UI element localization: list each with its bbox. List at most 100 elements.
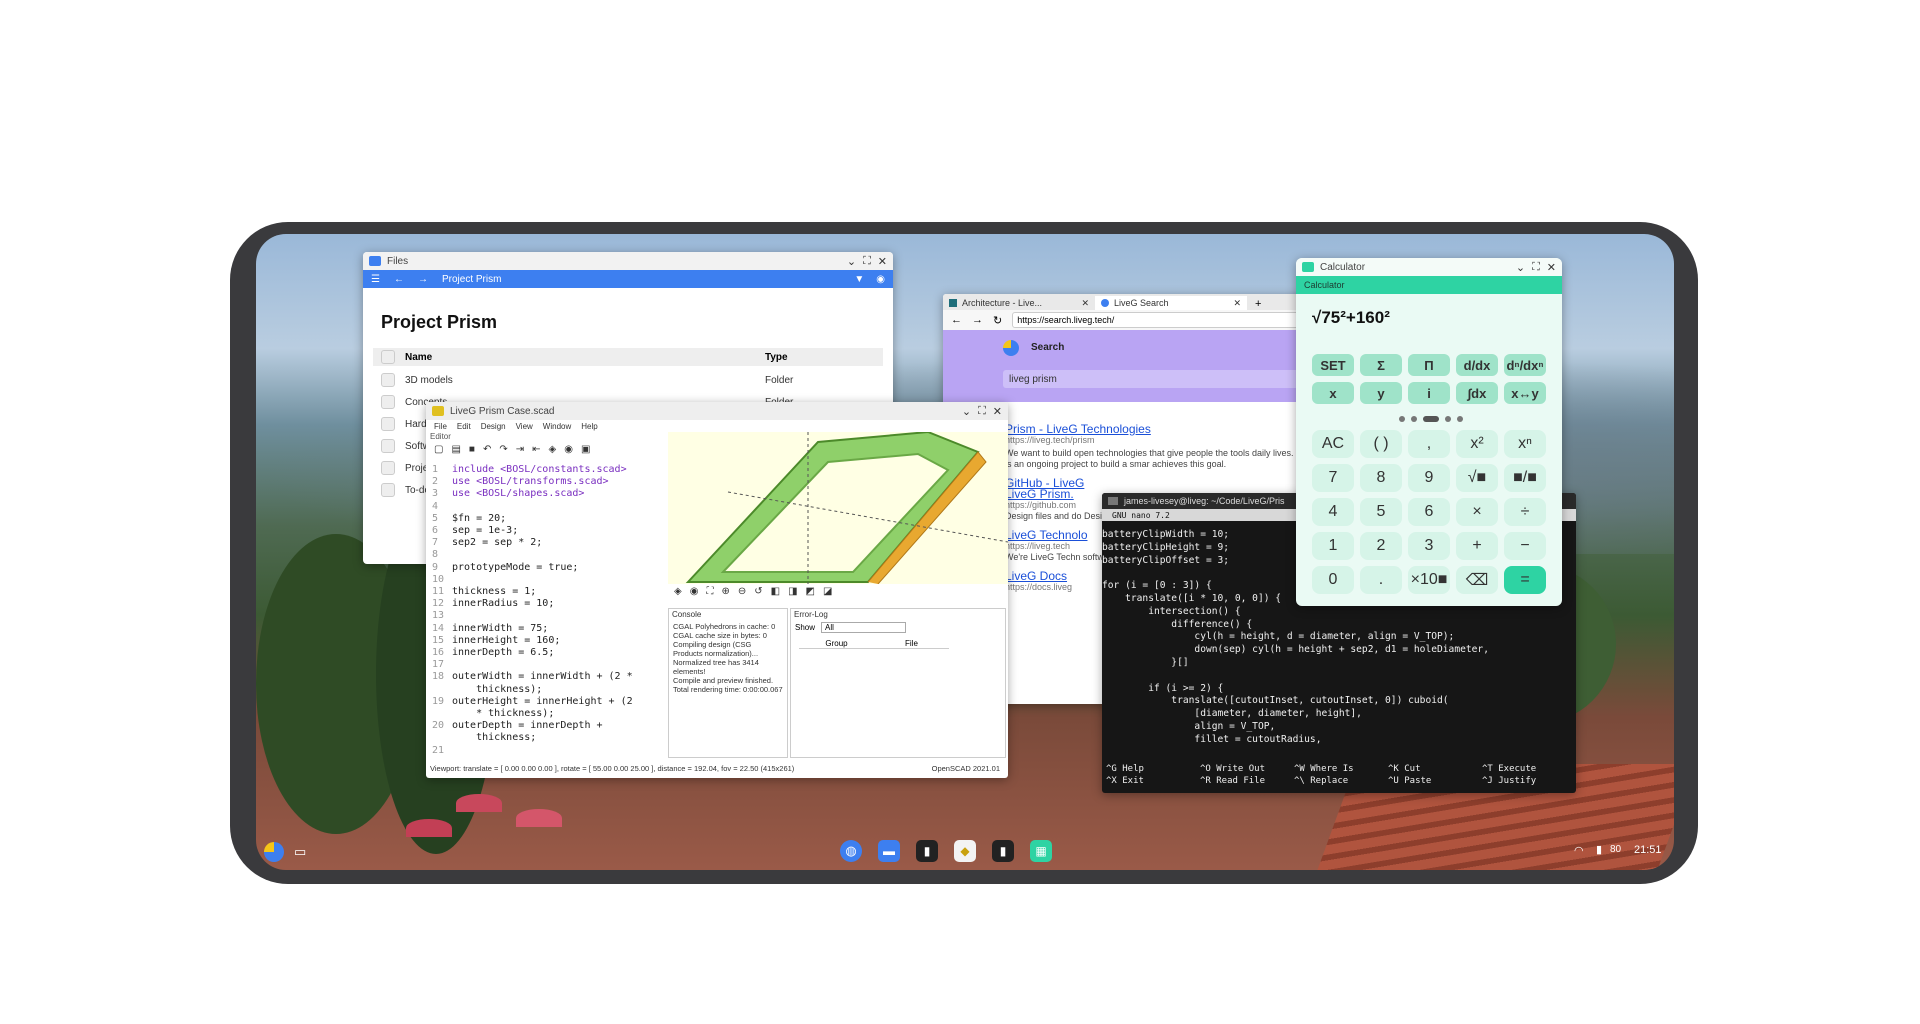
shortcut-item[interactable]: ^U Paste bbox=[1388, 775, 1482, 787]
tab-architecture[interactable]: Architecture - Live... ✕ bbox=[943, 296, 1095, 310]
menu-view[interactable]: View bbox=[516, 422, 533, 431]
undo-icon[interactable]: ↶ bbox=[483, 444, 491, 460]
calc-key[interactable]: ( ) bbox=[1360, 430, 1402, 458]
close-icon[interactable]: ✕ bbox=[1547, 261, 1556, 274]
calc-function-key[interactable]: x bbox=[1312, 382, 1354, 404]
column-file[interactable]: File bbox=[874, 639, 949, 648]
row-checkbox[interactable] bbox=[381, 461, 395, 475]
calc-key[interactable]: 3 bbox=[1408, 532, 1450, 560]
forward-icon[interactable]: → bbox=[418, 274, 428, 285]
calc-key[interactable]: 7 bbox=[1312, 464, 1354, 492]
calc-key[interactable]: ÷ bbox=[1504, 498, 1546, 526]
calc-key[interactable]: 1 bbox=[1312, 532, 1354, 560]
reload-icon[interactable]: ↻ bbox=[993, 314, 1002, 327]
select-all-checkbox[interactable] bbox=[381, 350, 395, 364]
shortcut-item[interactable]: ^R Read File bbox=[1200, 775, 1294, 787]
preview-icon[interactable]: ◈ bbox=[549, 444, 557, 460]
unindent-icon[interactable]: ⇤ bbox=[532, 444, 540, 460]
column-group[interactable]: Group bbox=[799, 639, 874, 648]
code-editor[interactable]: 1 include <BOSL/constants.scad> 2 use <BOSL… bbox=[432, 464, 662, 760]
multitask-icon[interactable]: ▭ bbox=[294, 844, 306, 860]
minimize-icon[interactable]: ⌄ bbox=[1516, 261, 1525, 274]
calculator-display[interactable]: √75²+160² bbox=[1312, 308, 1390, 328]
close-icon[interactable]: ✕ bbox=[993, 405, 1002, 418]
back-icon[interactable]: ← bbox=[394, 274, 404, 285]
calc-key[interactable]: × bbox=[1456, 498, 1498, 526]
reset-view-icon[interactable]: ↺ bbox=[754, 586, 762, 602]
calc-key[interactable]: 0 bbox=[1312, 566, 1354, 594]
calc-function-key[interactable]: i bbox=[1408, 382, 1450, 404]
view-front-icon[interactable]: ◪ bbox=[823, 586, 832, 602]
launcher-icon[interactable] bbox=[264, 842, 284, 862]
close-icon[interactable]: ✕ bbox=[878, 255, 887, 268]
render-icon[interactable]: ◉ bbox=[690, 586, 699, 602]
shortcut-item[interactable]: ^\ Replace bbox=[1294, 775, 1388, 787]
calc-key[interactable]: √■ bbox=[1456, 464, 1498, 492]
view-top-icon[interactable]: ◨ bbox=[788, 586, 797, 602]
backspace-icon[interactable]: ⌫ bbox=[1456, 566, 1498, 594]
row-checkbox[interactable] bbox=[381, 395, 395, 409]
row-checkbox[interactable] bbox=[381, 373, 395, 387]
calc-key[interactable]: − bbox=[1504, 532, 1546, 560]
calc-function-key[interactable]: SET bbox=[1312, 354, 1354, 376]
calc-key[interactable]: 5 bbox=[1360, 498, 1402, 526]
calc-key[interactable]: 4 bbox=[1312, 498, 1354, 526]
calc-key[interactable]: , bbox=[1408, 430, 1450, 458]
save-icon[interactable]: ■ bbox=[469, 444, 475, 460]
maximize-icon[interactable]: ⛶ bbox=[863, 255, 871, 268]
row-checkbox[interactable] bbox=[381, 417, 395, 431]
calc-key[interactable]: x² bbox=[1456, 430, 1498, 458]
browser-icon[interactable]: ◍ bbox=[840, 840, 862, 862]
menu-help[interactable]: Help bbox=[581, 422, 597, 431]
view-all-icon[interactable]: ⛶ bbox=[706, 586, 713, 602]
terminal-icon[interactable]: ▮ bbox=[992, 840, 1014, 862]
calc-function-key[interactable]: Π bbox=[1408, 354, 1450, 376]
calc-key[interactable]: AC bbox=[1312, 430, 1354, 458]
shortcut-item[interactable]: ^X Exit bbox=[1106, 775, 1200, 787]
menu-icon[interactable]: ☰ bbox=[371, 274, 380, 285]
calc-function-key[interactable]: y bbox=[1360, 382, 1402, 404]
calc-key[interactable]: . bbox=[1360, 566, 1402, 594]
calc-function-key[interactable]: x↔y bbox=[1504, 382, 1546, 404]
new-tab-icon[interactable]: + bbox=[1255, 298, 1261, 310]
eye-icon[interactable]: ◉ bbox=[876, 274, 885, 285]
calc-key[interactable]: ■/■ bbox=[1504, 464, 1546, 492]
wifi-icon[interactable]: ◠ bbox=[1574, 844, 1584, 857]
equals-button[interactable]: = bbox=[1504, 566, 1546, 594]
filter-icon[interactable]: ▼ bbox=[854, 274, 864, 285]
menu-design[interactable]: Design bbox=[481, 422, 506, 431]
menu-edit[interactable]: Edit bbox=[457, 422, 471, 431]
column-type[interactable]: Type bbox=[765, 352, 788, 363]
menu-window[interactable]: Window bbox=[543, 422, 571, 431]
calc-function-key[interactable]: ∫dx bbox=[1456, 382, 1498, 404]
row-checkbox[interactable] bbox=[381, 483, 395, 497]
maximize-icon[interactable]: ⛶ bbox=[1532, 261, 1540, 274]
menu-file[interactable]: File bbox=[434, 422, 447, 431]
view-right-icon[interactable]: ◧ bbox=[771, 586, 780, 602]
calc-function-key[interactable]: Σ bbox=[1360, 354, 1402, 376]
calc-key[interactable]: 8 bbox=[1360, 464, 1402, 492]
calc-function-key[interactable]: d/dx bbox=[1456, 354, 1498, 376]
battery-icon[interactable]: ▮ bbox=[1596, 843, 1602, 856]
view-bottom-icon[interactable]: ◩ bbox=[806, 586, 815, 602]
minimize-icon[interactable]: ⌄ bbox=[847, 255, 856, 268]
shortcut-item[interactable]: ^J Justify bbox=[1482, 775, 1576, 787]
new-icon[interactable]: ▢ bbox=[434, 444, 443, 460]
clock[interactable]: 21:51 bbox=[1634, 844, 1662, 856]
calc-key[interactable]: ×10■ bbox=[1408, 566, 1450, 594]
redo-icon[interactable]: ↷ bbox=[499, 444, 507, 460]
render-icon[interactable]: ◉ bbox=[564, 444, 573, 460]
back-icon[interactable]: ← bbox=[951, 314, 962, 326]
show-select[interactable]: All bbox=[821, 622, 907, 633]
shortcut-item[interactable]: ^T Execute bbox=[1482, 763, 1576, 775]
calc-key[interactable]: xⁿ bbox=[1504, 430, 1546, 458]
openscad-icon[interactable]: ◆ bbox=[954, 840, 976, 862]
indent-icon[interactable]: ⇥ bbox=[516, 444, 524, 460]
forward-icon[interactable]: → bbox=[972, 314, 983, 326]
minimize-icon[interactable]: ⌄ bbox=[962, 405, 971, 418]
calc-key[interactable]: 9 bbox=[1408, 464, 1450, 492]
maximize-icon[interactable]: ⛶ bbox=[978, 405, 986, 418]
terminal-icon[interactable]: ▮ bbox=[916, 840, 938, 862]
calc-key[interactable]: + bbox=[1456, 532, 1498, 560]
export-stl-icon[interactable]: ▣ bbox=[581, 444, 590, 460]
